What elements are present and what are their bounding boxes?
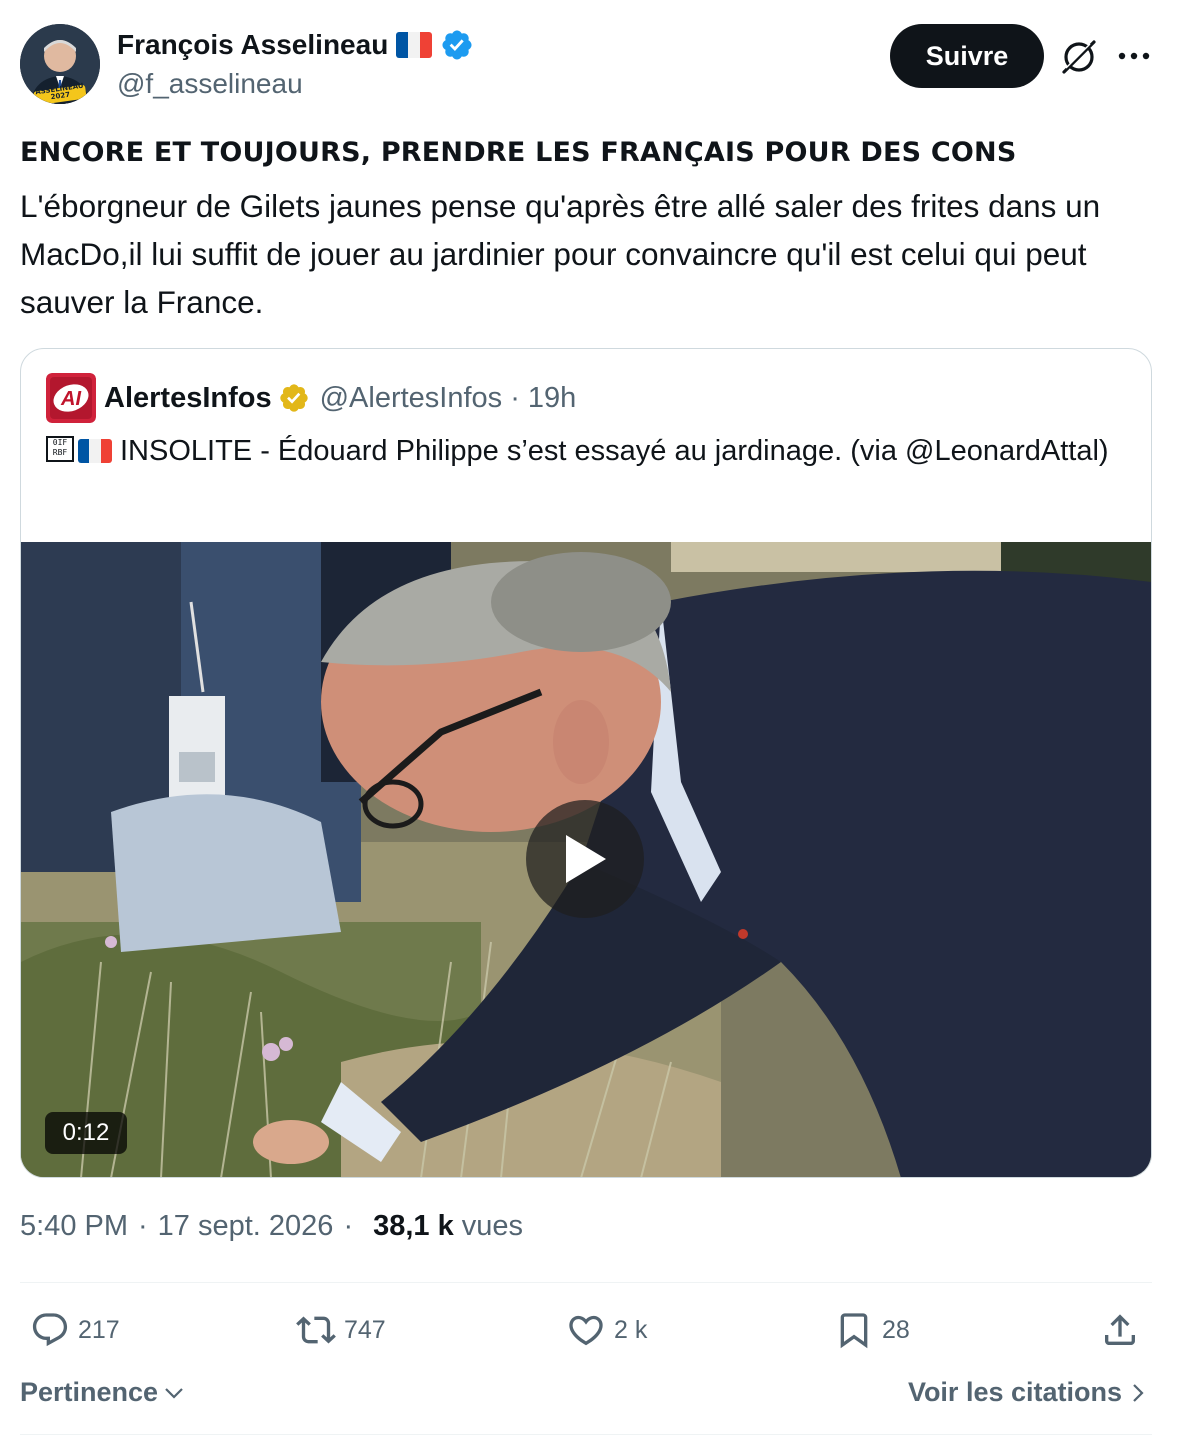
- post-date[interactable]: 17 sept. 2026: [158, 1210, 334, 1243]
- divider: [20, 1434, 1152, 1435]
- flag-stripe-red: [420, 32, 433, 58]
- flag-stripe-red: [100, 439, 112, 463]
- grok-slash-icon[interactable]: [1060, 38, 1098, 76]
- bookmark-button[interactable]: 28: [834, 1310, 910, 1350]
- post-meta: 5:40 PM · 17 sept. 2026 · 38,1 k vues: [20, 1210, 523, 1243]
- reply-button[interactable]: 217: [30, 1310, 120, 1350]
- play-icon: [566, 835, 606, 883]
- repost-count: 747: [344, 1315, 386, 1344]
- meta-separator: ·: [343, 1210, 354, 1242]
- quoted-author-handle[interactable]: @AlertesInfos: [320, 382, 503, 415]
- sort-dropdown[interactable]: Pertinence: [20, 1377, 186, 1408]
- post-body: L'éborgneur de Gilets jaunes pense qu'ap…: [20, 188, 1101, 320]
- play-button[interactable]: [526, 800, 644, 918]
- author-info: François Asselineau @f_asselineau: [117, 28, 474, 100]
- quoted-post[interactable]: AI AlertesInfos @AlertesInfos · 19h 0IF …: [20, 348, 1152, 1178]
- quoted-author-avatar[interactable]: AI: [46, 373, 96, 423]
- quoted-separator: ·: [510, 381, 520, 414]
- post-headline: ENCORE ET TOUJOURS, PRENDRE LES FRANÇAIS…: [20, 137, 1017, 168]
- heart-icon: [569, 1315, 603, 1346]
- quoted-post-text: 0IF RBF INSOLITE - Édouard Philippe s’est…: [46, 431, 1126, 471]
- author-handle[interactable]: @f_asselineau: [117, 68, 474, 100]
- avatar-letters: AI: [60, 388, 81, 410]
- bookmark-count: 28: [882, 1315, 910, 1344]
- repost-button[interactable]: 747: [296, 1310, 386, 1350]
- missing-glyph-icon: 0IF RBF: [46, 436, 74, 462]
- france-flag-icon: [396, 32, 433, 58]
- bookmark-icon: [840, 1313, 868, 1349]
- verified-badge-icon[interactable]: [440, 28, 474, 62]
- quoted-post-time[interactable]: 19h: [528, 382, 576, 415]
- flag-stripe-white: [89, 439, 101, 463]
- share-button[interactable]: [1100, 1310, 1140, 1350]
- post-header: ASSELINEAU 2027 François Asselineau @f_a…: [20, 24, 1160, 104]
- video-player[interactable]: 0:12: [21, 542, 1151, 1177]
- quoted-author-name[interactable]: AlertesInfos: [104, 382, 272, 415]
- views-label: vues: [461, 1210, 524, 1242]
- chevron-down-icon: [165, 1387, 183, 1399]
- repost-icon: [296, 1316, 336, 1344]
- share-icon: [1105, 1314, 1135, 1345]
- author-name[interactable]: François Asselineau: [117, 29, 388, 61]
- chevron-right-icon: [1133, 1383, 1144, 1402]
- quoted-post-header: AI AlertesInfos @AlertesInfos · 19h: [46, 373, 576, 423]
- like-button[interactable]: 2 k: [566, 1310, 647, 1350]
- post-time[interactable]: 5:40 PM: [20, 1210, 128, 1243]
- gold-verified-badge-icon[interactable]: [278, 382, 310, 414]
- follow-button[interactable]: Suivre: [890, 24, 1044, 88]
- more-dots-icon[interactable]: [1114, 38, 1154, 74]
- view-quotes-link[interactable]: Voir les citations: [908, 1377, 1150, 1408]
- sort-label: Pertinence: [20, 1377, 159, 1407]
- video-duration: 0:12: [45, 1112, 127, 1154]
- reply-icon: [32, 1313, 68, 1347]
- meta-separator: ·: [138, 1210, 148, 1242]
- france-flag-icon: [78, 439, 112, 463]
- divider: [20, 1282, 1152, 1283]
- author-avatar[interactable]: ASSELINEAU 2027: [20, 24, 100, 104]
- quoted-text-content: INSOLITE - Édouard Philippe s’est essayé…: [120, 435, 1109, 467]
- flag-stripe-blue: [396, 32, 409, 58]
- reply-count: 217: [78, 1315, 120, 1344]
- views-count: 38,1 k: [373, 1210, 454, 1242]
- view-quotes-label: Voir les citations: [907, 1377, 1122, 1407]
- flag-stripe-white: [408, 32, 421, 58]
- flag-stripe-blue: [78, 439, 90, 463]
- like-count: 2 k: [614, 1315, 648, 1344]
